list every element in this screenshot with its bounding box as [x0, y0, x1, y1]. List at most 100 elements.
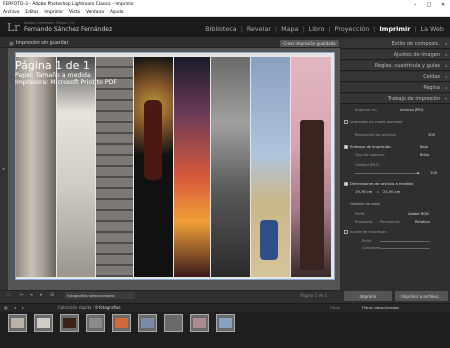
module-web[interactable]: La Web [419, 25, 446, 33]
menu-ayuda[interactable]: Ayuda [110, 10, 124, 15]
expand-icon[interactable]: ▾ [445, 96, 447, 101]
draft-mode-checkbox[interactable] [344, 120, 348, 124]
collapse-icon[interactable]: ◂ [445, 41, 447, 46]
window-titlebar: FERFOTO-3 - Adobe Photoshop Lightroom Cl… [0, 0, 450, 9]
menu-vista[interactable]: Vista [69, 10, 80, 15]
jpeg-quality-knob[interactable] [417, 171, 419, 174]
custom-dimensions-checkbox[interactable] [344, 182, 348, 186]
window-title: FERFOTO-3 - Adobe Photoshop Lightroom Cl… [3, 2, 135, 7]
left-panel-collapsed[interactable]: ◂ [0, 48, 8, 290]
jpeg-quality-value: 100 [430, 171, 438, 175]
jpeg-quality-slider[interactable] [355, 173, 420, 174]
collapse-icon[interactable]: ◂ [445, 74, 447, 79]
intent-relative[interactable]: Relativo [415, 220, 430, 224]
filmstrip-thumb[interactable] [190, 314, 209, 332]
unsaved-print-label: Impresión sin guardar [16, 41, 69, 46]
use-label-icon: ⊞ [50, 292, 55, 298]
expand-left-icon[interactable]: ◂ [2, 166, 5, 172]
resolution-value[interactable]: 300 [428, 133, 435, 137]
print-to-label: Imprimir en: [355, 108, 378, 112]
module-revelar[interactable]: Revelar [245, 25, 273, 33]
collapse-icon[interactable]: ◂ [445, 52, 447, 57]
brightness-label: Brillo [362, 239, 372, 243]
module-imprimir[interactable]: Imprimir [377, 25, 412, 33]
first-page-icon[interactable]: ⇤ [20, 292, 24, 298]
dimension-x: x [377, 190, 380, 194]
paper-info: Papel: Tamaño a medida [15, 72, 91, 79]
print-adjustment-label: Ajuste de impresión [350, 230, 387, 234]
intent-perceptual[interactable]: Perceptual [380, 220, 400, 224]
grid-view-icon[interactable]: ▦ [4, 305, 8, 310]
page-icon[interactable]: ▭ [6, 292, 11, 298]
custom-dimensions-label: Dimensiones de archivo a medida: [350, 182, 414, 186]
print-icon: ▣ [9, 41, 14, 47]
filmstrip-filter[interactable]: Filtro: Filtros desactivados [330, 305, 399, 310]
contrast-slider[interactable] [380, 248, 430, 249]
dimension-height[interactable]: 21,00 cm [383, 190, 400, 194]
jpeg-quality-label: Calidad JPEG: [355, 163, 380, 167]
section-print-job[interactable]: Trabajo de impresión ▾ [340, 94, 450, 104]
print-button[interactable]: Imprimir [344, 291, 392, 301]
module-proyeccion[interactable]: Proyección [333, 25, 372, 33]
print-to-select[interactable]: Archivo JPEG [400, 108, 423, 112]
module-mapa[interactable]: Mapa [279, 25, 300, 33]
printer-info: Impresora: Microsoft Print to PDF [15, 79, 117, 86]
print-to-file-button[interactable]: Imprimir a archivo... [395, 291, 448, 301]
photo-sunset-sculpture[interactable] [174, 57, 210, 277]
filmstrip-thumb[interactable] [164, 314, 183, 332]
filmstrip-thumb[interactable] [86, 314, 105, 332]
back-icon[interactable]: ◂ [14, 305, 16, 310]
filmstrip-thumb[interactable] [34, 314, 53, 332]
product-name: Adobe Lightroom Classic CC [24, 21, 75, 25]
filmstrip-thumb[interactable] [216, 314, 235, 332]
intent-label: Propósito: [355, 220, 374, 224]
photo-statue[interactable] [15, 57, 56, 277]
menu-imprimir[interactable]: Imprimir [44, 10, 63, 15]
sharpening-checkbox[interactable] [344, 145, 348, 149]
filmstrip-source[interactable]: Colección rápida : 9 fotografías [58, 305, 121, 310]
sharpening-select[interactable]: Bajo [420, 145, 428, 149]
forward-icon[interactable]: ▸ [22, 305, 24, 310]
use-selector[interactable]: Fotografías seleccionadas [65, 292, 135, 299]
photo-stone-wall[interactable] [96, 57, 133, 277]
brightness-slider[interactable] [380, 241, 430, 242]
media-type-select[interactable]: Brillo [420, 153, 429, 157]
page-number-overlay: Página 1 de 1 [15, 59, 90, 72]
section-page[interactable]: Página ◂ [340, 83, 450, 93]
section-image-settings[interactable]: Ajustes de imagen ◂ [340, 50, 450, 60]
section-rulers-grid-guides[interactable]: Reglas, cuadrícula y guías ◂ [340, 61, 450, 71]
next-page-icon[interactable]: ▸ [40, 292, 43, 298]
dimension-width[interactable]: 19,76 cm [355, 190, 372, 194]
resolution-label: Resolución de archivo: [355, 133, 397, 137]
module-biblioteca[interactable]: Biblioteca [203, 25, 239, 33]
filmstrip-thumb[interactable] [8, 314, 27, 332]
close-icon[interactable]: ✕ [436, 2, 450, 8]
guide-bottom [15, 279, 335, 280]
print-adjustment-checkbox[interactable] [344, 230, 348, 234]
menu-bar: Archivo Editar Imprimir Vista Ventana Ay… [0, 9, 450, 17]
collapse-icon[interactable]: ◂ [445, 63, 447, 68]
menu-editar[interactable]: Editar [25, 10, 38, 15]
guide-top [15, 52, 335, 53]
section-cells[interactable]: Celdas ◂ [340, 72, 450, 82]
save-print-button[interactable]: Crear impresión guardada [280, 40, 339, 47]
filmstrip-thumb[interactable] [138, 314, 157, 332]
media-type-label: Tipo de soporte: [355, 153, 385, 157]
filmstrip-thumb[interactable] [60, 314, 79, 332]
module-libro[interactable]: Libro [307, 25, 327, 33]
dancer-figure [144, 100, 162, 180]
collapse-icon[interactable]: ◂ [445, 85, 447, 90]
photo-statue-torso[interactable] [57, 57, 95, 277]
photo-fork-sculpture[interactable] [211, 57, 250, 277]
menu-archivo[interactable]: Archivo [3, 10, 19, 15]
filmstrip-thumb[interactable] [112, 314, 131, 332]
guide-left [15, 52, 16, 280]
prev-page-icon[interactable]: ◂ [30, 292, 33, 298]
maximize-icon[interactable]: □ [422, 2, 436, 8]
menu-ventana[interactable]: Ventana [86, 10, 104, 15]
minimize-icon[interactable]: – [408, 2, 422, 8]
profile-select[interactable]: Adobe RGB [408, 212, 429, 216]
draft-mode-label: Impresión en modo borrador [350, 120, 403, 124]
section-layout-style[interactable]: Estilo de composic. ◂ [340, 39, 450, 49]
guide-right [334, 52, 335, 280]
